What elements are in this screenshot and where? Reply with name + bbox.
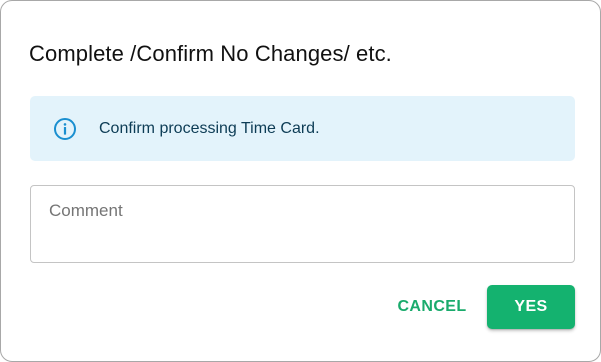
yes-button[interactable]: YES — [487, 285, 575, 329]
comment-input[interactable] — [49, 200, 554, 248]
info-icon — [53, 117, 77, 141]
confirm-dialog: Complete /Confirm No Changes/ etc. Confi… — [0, 0, 601, 362]
info-message: Confirm processing Time Card. — [99, 120, 320, 137]
comment-field — [30, 185, 575, 263]
cancel-button[interactable]: CANCEL — [389, 288, 475, 326]
info-alert: Confirm processing Time Card. — [30, 96, 575, 161]
dialog-title: Complete /Confirm No Changes/ etc. — [29, 41, 392, 66]
